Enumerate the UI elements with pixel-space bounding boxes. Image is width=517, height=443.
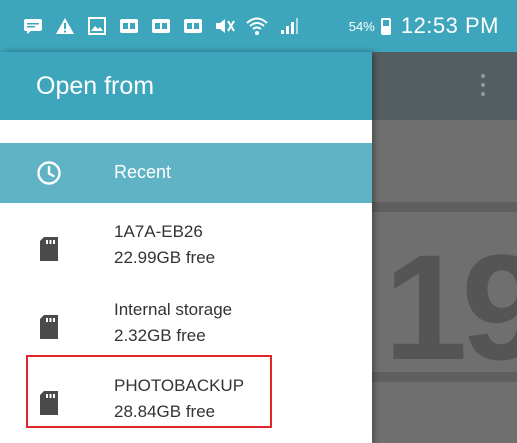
status-bar: 54% 12:53 PM [0,0,517,52]
nav-item-storage-photobackup[interactable]: PHOTOBACKUP 28.84GB free [0,366,372,442]
overflow-menu-icon [480,74,486,96]
nav-item-storage-internal[interactable]: Internal storage 2.32GB free [0,290,372,366]
wifi-icon [246,16,268,36]
drawer-spacer [0,120,372,143]
status-time: 12:53 PM [400,13,499,38]
sd-card-icon [36,314,62,340]
nav-item-label: Recent [114,162,172,182]
background-divider [372,372,517,382]
storage-free-space: 22.99GB free [114,248,216,267]
background-content-text: 19 [384,223,517,391]
sd-card-icon [36,390,62,416]
mute-icon [214,16,236,36]
background-app: 19 [372,52,517,443]
sd-card-icon [36,236,62,262]
warning-icon [54,16,76,36]
sim-icon [118,16,140,36]
open-from-drawer: Open from Recent 1A7A-EB26 22.99GB free … [0,52,372,443]
nav-item-recent[interactable]: Recent [0,143,372,203]
sim-icon [150,16,172,36]
storage-free-space: 2.32GB free [114,326,206,345]
background-toolbar [372,52,517,120]
clock-icon [36,160,62,186]
drawer-title: Open from [36,71,155,100]
battery-icon [380,17,391,35]
status-right: 54% 12:53 PM [349,13,499,39]
background-divider [372,202,517,212]
storage-name: 1A7A-EB26 [114,222,203,241]
battery-percent: 54% [348,18,375,34]
status-icons [22,16,349,36]
signal-icon [278,16,300,36]
storage-name: PHOTOBACKUP [114,376,245,395]
drawer-header: Open from [0,52,372,120]
sim-icon [182,16,204,36]
storage-name: Internal storage [114,300,233,319]
image-icon [86,16,108,36]
storage-free-space: 28.84GB free [114,402,216,421]
nav-item-storage-1a7a-eb26[interactable]: 1A7A-EB26 22.99GB free [0,212,372,288]
message-icon [22,16,44,36]
